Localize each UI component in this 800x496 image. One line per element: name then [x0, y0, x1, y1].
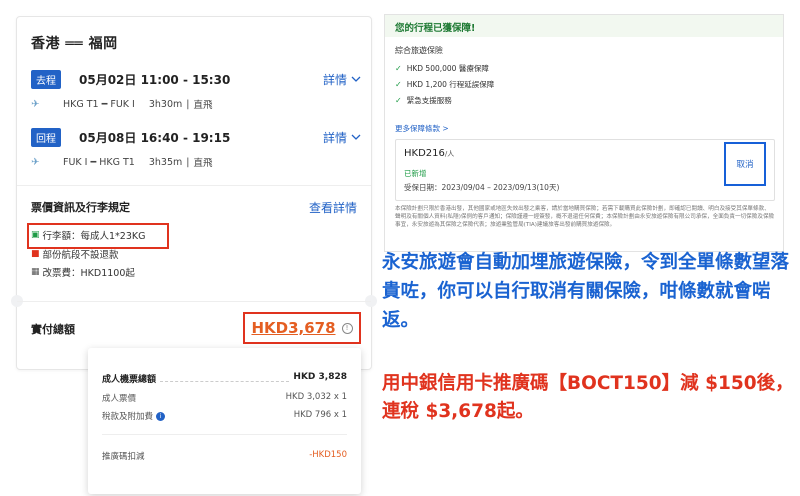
insurance-card: 您的行程已獲保障! 綜合旅遊保險 ✓ HKD 500,000 醫療保障 ✓ HK…: [384, 14, 784, 252]
inbound-details-link[interactable]: 詳情: [323, 129, 361, 146]
inbound-type: 直飛: [193, 158, 213, 169]
change-fee-rule: ▦ 改票費：HKD1100起: [31, 265, 135, 279]
insurance-price: HKD216/人: [404, 148, 454, 159]
cancel-insurance-button[interactable]: 取消: [724, 142, 766, 186]
plane-icon: ✈: [31, 156, 40, 168]
outbound-datetime: 05月02日 11:00 - 15:30: [79, 72, 231, 87]
route-title: 香港 ══ 福岡: [31, 36, 118, 52]
total-label: 實付總額: [31, 323, 75, 336]
promo-code-note: 用中銀信用卡推廣碼【BOCT150】減 $150後，連稅 $3,678起。: [382, 373, 794, 422]
promo-label: 推廣碼扣減: [102, 452, 145, 462]
more-terms-link[interactable]: 更多保障條款 >: [395, 123, 449, 134]
adult-total-row: 成人機票總額 HKD 3,828: [102, 372, 347, 385]
insurance-fine-print: 本保險計劃只限於香港出發，其他國家或地區失效出發之乘客，請於當地購買保險；若需下…: [395, 206, 775, 229]
insurance-feature: ✓ 緊急支援服務: [395, 95, 452, 106]
outbound-details-link[interactable]: 詳情: [323, 71, 361, 88]
chevron-down-icon: [351, 134, 361, 140]
inbound-duration: 3h35m: [148, 156, 183, 168]
no-refund-icon: ■: [31, 249, 40, 259]
outbound-duration: 3h30m: [148, 98, 183, 110]
price-value: HKD216: [404, 148, 445, 159]
refund-rule: ■ 部份航段不設退款: [31, 247, 119, 261]
outbound-tag: 去程: [31, 69, 61, 89]
feature-text: 緊急支援服務: [406, 96, 452, 105]
info-icon[interactable]: i: [156, 411, 166, 421]
inbound-datetime: 05月08日 16:40 - 19:15: [79, 130, 231, 145]
insurance-section-title: 綜合旅遊保險: [395, 46, 443, 55]
plane-icon: ✈: [31, 98, 40, 110]
coverage-period: 受保日期：2023/09/04 – 2023/09/13(10天): [404, 183, 560, 192]
inbound-separator: |: [186, 156, 190, 168]
insurance-price-box: HKD216/人 已新增 受保日期：2023/09/04 – 2023/09/1…: [395, 139, 775, 201]
check-icon: ✓: [395, 96, 402, 105]
adult-fare-label: 成人票價: [102, 394, 137, 404]
breakdown-divider: [102, 434, 347, 435]
flight-summary-card: 香港 ══ 福岡 去程 05月02日 11:00 - 15:30 詳情 ✈ HK…: [11, 16, 377, 370]
luggage-icon: ▣: [31, 230, 40, 240]
feature-text: HKD 1,200 行程延誤保障: [406, 80, 495, 89]
outbound-leg: 去程 05月02日 11:00 - 15:30 詳情 ✈ HKG T1 ━ FU…: [31, 69, 361, 111]
outbound-separator: |: [186, 98, 190, 110]
section-divider: [17, 185, 371, 186]
check-icon: ✓: [395, 80, 402, 89]
insurance-note: 永安旅遊會自動加埋旅遊保險，令到全單條數望落貴咗，你可以自行取消有關保險，咁條數…: [382, 252, 790, 331]
insurance-feature: ✓ HKD 1,200 行程延誤保障: [395, 79, 494, 90]
baggage-text: 行李額：每成人1*23KG: [42, 231, 146, 242]
check-icon: ✓: [395, 64, 402, 73]
adult-total-value: HKD 3,828: [293, 372, 347, 382]
total-divider: [17, 301, 371, 302]
info-icon[interactable]: !: [341, 322, 353, 334]
ticket-rules-title: 票價資訊及行李規定: [31, 201, 130, 214]
adult-total-label: 成人機票總額: [102, 375, 157, 385]
ticket-details-link[interactable]: 查看詳情: [309, 199, 357, 216]
price-breakdown-popup: 成人機票總額 HKD 3,828 成人票價 HKD 3,032 x 1 稅款及附…: [88, 348, 361, 494]
inbound-leg: 回程 05月08日 16:40 - 19:15 詳情 ✈ FUK I ━ HKG…: [31, 127, 361, 169]
adult-fare-row: 成人票價 HKD 3,032 x 1: [102, 392, 347, 404]
price-per: /人: [444, 150, 455, 158]
tax-row: 稅款及附加費 i HKD 796 x 1: [102, 410, 347, 422]
tax-value: HKD 796 x 1: [293, 410, 347, 420]
inbound-tag: 回程: [31, 127, 61, 147]
promo-value: -HKD150: [309, 450, 347, 460]
refund-text: 部份航段不設退款: [42, 250, 119, 261]
inbound-segment: FUK I ━ HKG T1: [63, 156, 135, 168]
insurance-header: 您的行程已獲保障!: [385, 15, 783, 37]
change-fee-text: 改票費：HKD1100起: [42, 268, 135, 279]
insurance-feature: ✓ HKD 500,000 醫療保障: [395, 63, 489, 74]
tax-label: 稅款及附加費: [102, 412, 154, 422]
total-amount[interactable]: HKD3,678: [251, 319, 335, 337]
promo-row: 推廣碼扣減 -HKD150: [102, 450, 347, 462]
calendar-icon: ▦: [31, 267, 40, 277]
outbound-type: 直飛: [193, 100, 213, 111]
baggage-rule: ▣ 行李額：每成人1*23KG: [31, 228, 146, 242]
outbound-segment: HKG T1 ━ FUK I: [63, 98, 135, 110]
feature-text: HKD 500,000 醫療保障: [406, 64, 489, 73]
adult-fare-value: HKD 3,032 x 1: [285, 392, 347, 402]
total-amount-box[interactable]: HKD3,678 !: [243, 312, 361, 344]
inbound-details-label: 詳情: [322, 130, 347, 145]
added-status: 已新增: [404, 169, 427, 178]
chevron-down-icon: [351, 76, 361, 82]
outbound-details-label: 詳情: [322, 72, 347, 87]
cancel-label: 取消: [736, 160, 754, 170]
